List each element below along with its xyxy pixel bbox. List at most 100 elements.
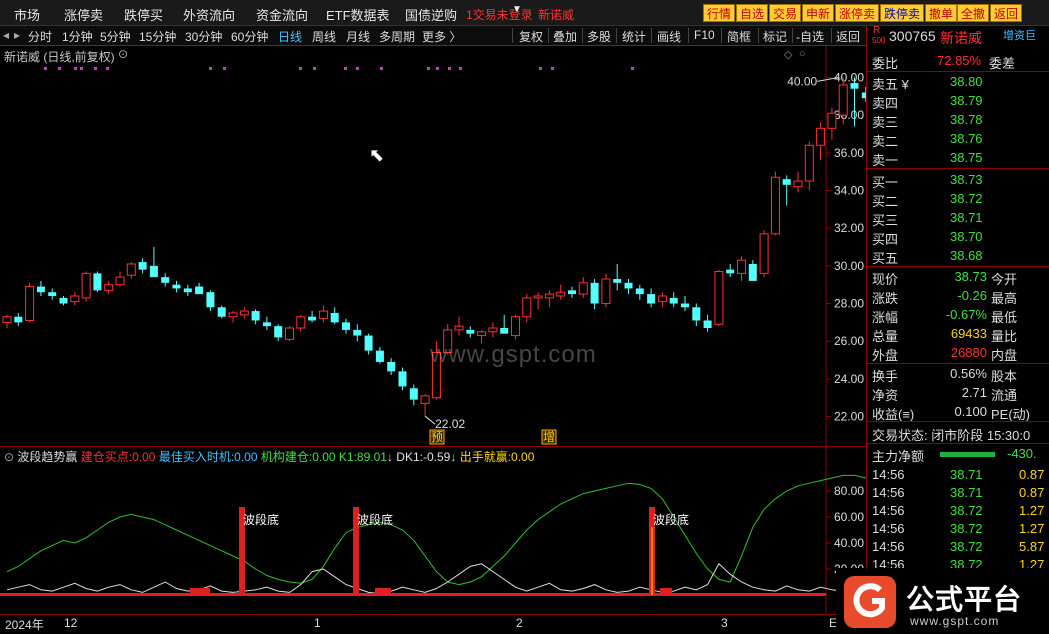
candle-body <box>161 277 170 283</box>
chevron-down-icon[interactable]: ▼ <box>512 4 522 15</box>
signal-dot <box>58 67 61 70</box>
bid-price: 38.71 <box>950 210 983 225</box>
menu-market[interactable]: 市场 <box>14 5 40 24</box>
chart-title: 新诺威 (日线,前复权) <box>4 50 115 64</box>
candle-body <box>477 331 487 337</box>
diamond-icon[interactable]: ◇ <box>784 48 792 61</box>
period-multi[interactable]: 多周期 <box>379 28 415 45</box>
tool-mark[interactable]: 标记 <box>763 28 787 45</box>
bid-price: 38.68 <box>950 248 983 263</box>
divider <box>867 168 1049 169</box>
menu-foreign-flow[interactable]: 外资流向 <box>183 5 235 24</box>
k1-line <box>6 474 866 586</box>
btn-cancel-all[interactable]: 全撤 <box>957 4 990 22</box>
period-1min[interactable]: 1分钟 <box>62 28 93 45</box>
chart-options-icon[interactable]: ⊙ <box>118 47 128 61</box>
stat-value: 69433 <box>950 326 987 341</box>
period-daily[interactable]: 日线 <box>278 28 302 45</box>
bid-row[interactable]: 买三 38.71 <box>867 209 1049 228</box>
candle-body <box>25 286 35 321</box>
candle-body <box>36 286 45 293</box>
signal-dot <box>448 67 451 70</box>
candle-body <box>770 176 780 235</box>
tool-simple-frame[interactable]: 简框 <box>727 28 751 45</box>
indicator-svg[interactable]: 80.0060.0040.0020.00波段底波段底波段底 <box>0 447 866 615</box>
tool-back[interactable]: 返回 <box>836 28 860 45</box>
btn-limit-up-sell[interactable]: 涨停卖 <box>835 4 880 22</box>
indicator-tick-label: 40.00 <box>834 536 864 550</box>
tick-time: 14:56 <box>872 521 905 536</box>
tool-draw[interactable]: 画线 <box>657 28 681 45</box>
menu-limit-down-buy[interactable]: 跌停买 <box>124 5 163 24</box>
period-tick[interactable]: 分时 <box>28 28 52 45</box>
menu-repo[interactable]: 国债逆购 <box>405 5 457 24</box>
collapse-left-icon[interactable]: ◂ <box>3 28 9 42</box>
btn-ipo[interactable]: 申新 <box>802 4 835 22</box>
candle-body <box>669 297 678 304</box>
tool-stats[interactable]: 统计 <box>622 28 646 45</box>
menu-etf-data[interactable]: ETF数据表 <box>326 5 390 24</box>
ask-row[interactable]: 卖三 38.78 <box>867 111 1049 130</box>
period-60min[interactable]: 60分钟 <box>231 28 268 45</box>
period-15min[interactable]: 15分钟 <box>139 28 176 45</box>
period-30min[interactable]: 30分钟 <box>185 28 222 45</box>
btn-limit-down-sell[interactable]: 跌停卖 <box>880 4 925 22</box>
signal-dot <box>344 67 347 70</box>
candle-body <box>2 316 12 323</box>
candle-body <box>206 292 215 308</box>
signal-dot <box>459 67 462 70</box>
bid-row[interactable]: 买四 38.70 <box>867 228 1049 247</box>
menu-limit-up-sell[interactable]: 涨停卖 <box>64 5 103 24</box>
candlestick-chart[interactable]: 40.00 38.00 36.00 34.00 32.00 30.00 28.00 26.00… <box>0 46 866 446</box>
period-more[interactable]: 更多 〉 <box>422 28 461 45</box>
period-weekly[interactable]: 周线 <box>312 28 336 45</box>
ask-row[interactable]: 卖四 38.79 <box>867 92 1049 111</box>
bid-row[interactable]: 买五 38.68 <box>867 247 1049 266</box>
tick-volume: 0.87 <box>1019 485 1045 500</box>
btn-quote[interactable]: 行情 <box>703 4 736 22</box>
signal-dot <box>436 67 439 70</box>
tool-f10[interactable]: F10 <box>694 28 715 42</box>
ask-row[interactable]: 卖五 ¥ 38.80 <box>867 73 1049 92</box>
stat-label: 净资 <box>872 388 899 403</box>
ask-price: 38.78 <box>950 112 983 127</box>
candlestick-svg[interactable]: 40.00 38.00 36.00 34.00 32.00 30.00 28.00 26.00… <box>0 46 866 446</box>
bid-row[interactable]: 买一 38.73 <box>867 171 1049 190</box>
tool-remove-watchlist[interactable]: -自选 <box>796 28 824 45</box>
indicator-chart[interactable]: 80.0060.0040.0020.00波段底波段底波段底 ⊙ 波段趋势赢 建仓… <box>0 446 866 615</box>
ask-price: 38.75 <box>950 150 983 165</box>
btn-watchlist[interactable]: 自选 <box>736 4 769 22</box>
indicator-collapse-icon[interactable]: ⊙ <box>4 450 14 464</box>
menu-capital-flow[interactable]: 资金流向 <box>256 5 308 24</box>
btn-trade[interactable]: 交易 <box>769 4 802 22</box>
weibi-row: 委比 72.85% 委差 <box>867 52 1049 71</box>
bid-label: 买四 <box>872 232 899 247</box>
weibi-label: 委比 <box>872 56 899 71</box>
tool-adjust[interactable]: 复权 <box>519 28 543 45</box>
tool-overlay[interactable]: 叠加 <box>553 28 577 45</box>
period-monthly[interactable]: 月线 <box>346 28 370 45</box>
candle-body <box>601 278 611 305</box>
ellipse-icon[interactable]: ○ <box>799 48 806 60</box>
ask-row[interactable]: 卖一 38.75 <box>867 149 1049 168</box>
signal-dot <box>74 67 77 70</box>
candle-body <box>533 295 543 299</box>
tick-time: 14:56 <box>872 539 905 554</box>
ask-label: 卖三 <box>872 115 899 130</box>
period-5min[interactable]: 5分钟 <box>100 28 131 45</box>
top-menu-bar: 市场 涨停卖 跌停买 外资流向 资金流向 ETF数据表 国债逆购 1交易未登录 … <box>0 0 1049 26</box>
indicator-field-label: 出手就赢: <box>459 450 512 464</box>
trade-login-status[interactable]: 1交易未登录 <box>466 6 533 23</box>
indicator-field-value: 0.00 <box>234 450 258 464</box>
tool-multi-stock[interactable]: 多股 <box>587 28 611 45</box>
collapse-right-icon[interactable]: ▸ <box>14 28 20 42</box>
btn-cancel-order[interactable]: 撤单 <box>925 4 958 22</box>
ask-row[interactable]: 卖二 38.76 <box>867 130 1049 149</box>
bid-row[interactable]: 买二 38.72 <box>867 190 1049 209</box>
signal-label: 波段底 <box>653 512 689 527</box>
candle-body <box>375 350 384 362</box>
event-marker-label: 增 <box>543 430 555 444</box>
stat-label: 外盘 <box>872 348 899 363</box>
indicator-name[interactable]: 波段趋势赢 <box>17 450 77 464</box>
btn-back-top[interactable]: 返回 <box>990 4 1023 22</box>
